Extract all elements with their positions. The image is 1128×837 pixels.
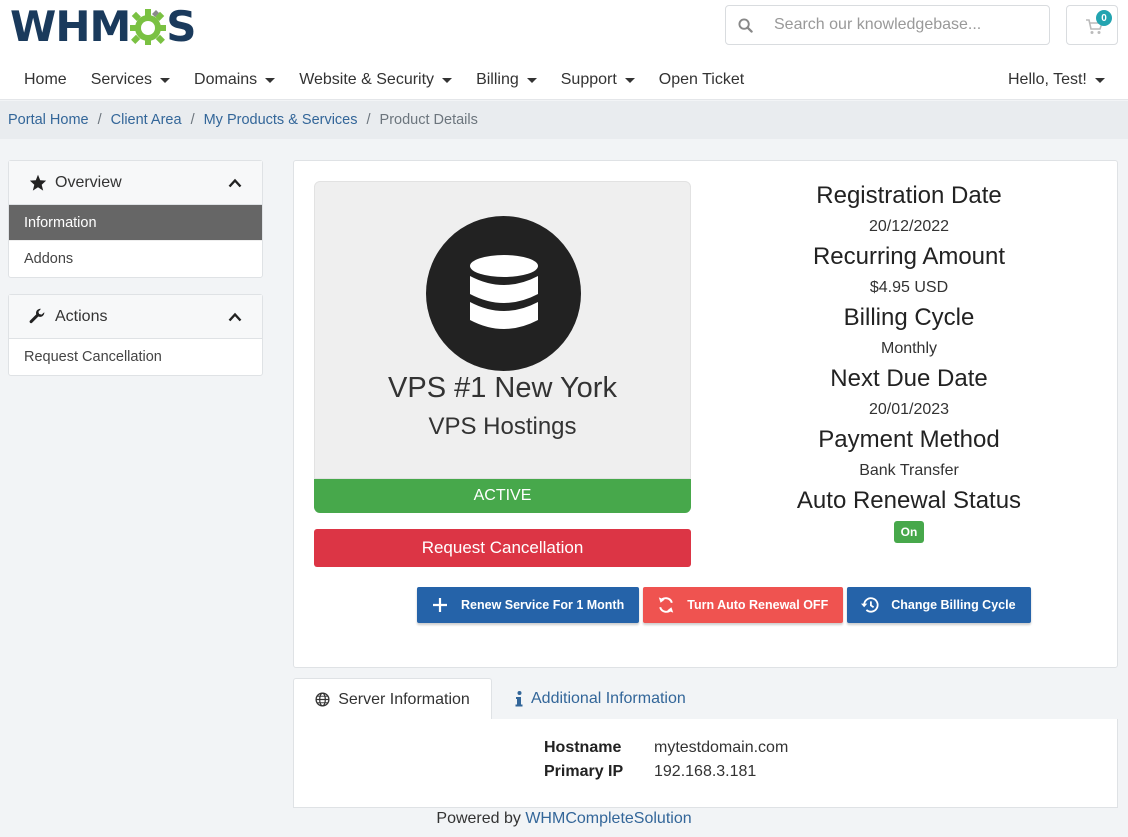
product-name: VPS #1 New York: [388, 372, 617, 404]
tab-server-information[interactable]: Server Information: [293, 678, 492, 720]
cart-count-badge: 0: [1096, 10, 1112, 26]
history-icon: [859, 596, 881, 614]
next-due-date-label: Next Due Date: [830, 365, 988, 392]
cart-button[interactable]: 0: [1066, 5, 1118, 45]
payment-method-label: Payment Method: [818, 426, 1000, 453]
whmcs-logo[interactable]: WHM S: [10, 1, 197, 51]
nav-website-security[interactable]: Website & Security: [287, 62, 464, 98]
billing-details: Registration Date 20/12/2022 Recurring A…: [709, 179, 1109, 543]
nav-support[interactable]: Support: [549, 62, 647, 98]
auto-renewal-status-badge: On: [893, 521, 925, 543]
recurring-amount-value: $4.95 USD: [869, 279, 949, 296]
change-billing-cycle-button[interactable]: Change Billing Cycle: [847, 587, 1031, 623]
logo-text-right: S: [166, 1, 196, 51]
service-action-buttons: Renew Service For 1 Month Turn Auto Rene…: [417, 587, 1031, 623]
caret-down-icon: [160, 77, 171, 83]
search-input[interactable]: [764, 16, 1024, 34]
knowledgebase-search[interactable]: [725, 5, 1050, 45]
footer-prefix: Powered by: [436, 810, 526, 827]
billing-cycle-label: Billing Cycle: [843, 304, 975, 331]
primary-ip-label: Primary IP: [544, 763, 624, 780]
primary-ip-value: 192.168.3.181: [654, 763, 757, 780]
caret-down-icon: [1094, 77, 1105, 83]
sync-icon: [655, 596, 677, 614]
auto-renewal-status-label: Auto Renewal Status: [796, 487, 1022, 514]
info-tabs: Server Information Additional Informatio…: [293, 678, 1118, 720]
nav-home[interactable]: Home: [12, 62, 79, 98]
chevron-up-icon[interactable]: [228, 309, 242, 327]
caret-down-icon: [526, 77, 537, 83]
tab-additional-information[interactable]: Additional Information: [515, 678, 686, 720]
breadcrumb-client-area[interactable]: Client Area: [111, 112, 182, 128]
database-icon: [426, 216, 581, 371]
user-menu[interactable]: Hello, Test!: [1000, 62, 1113, 98]
breadcrumb-current: Product Details: [379, 112, 478, 128]
footer-whmcs-link[interactable]: WHMCompleteSolution: [525, 810, 691, 827]
sidebar-actions-panel: Actions Request Cancellation: [8, 294, 263, 376]
product-summary-box: VPS #1 New York VPS Hostings: [314, 181, 691, 479]
breadcrumb: Portal Home / Client Area / My Products …: [0, 101, 1128, 139]
caret-down-icon: [265, 77, 276, 83]
primary-ip-row: Primary IP 192.168.3.181: [544, 763, 788, 787]
registration-date-label: Registration Date: [816, 182, 1002, 209]
logo-text-left: WHM: [10, 1, 131, 51]
site-header: WHM S Search our knowledgebase... 0 Home…: [0, 0, 1128, 100]
sidebar-overview-panel: Overview Information Addons: [8, 160, 263, 278]
server-info-list: Hostname mytestdomain.com Primary IP 192…: [544, 739, 788, 787]
server-information-panel: Hostname mytestdomain.com Primary IP 192…: [293, 719, 1118, 808]
sidebar-item-addons[interactable]: Addons: [9, 241, 262, 277]
sidebar-item-request-cancellation[interactable]: Request Cancellation: [9, 339, 262, 375]
hostname-label: Hostname: [544, 739, 622, 756]
sidebar-item-information[interactable]: Information: [9, 205, 262, 241]
nav-services[interactable]: Services: [79, 62, 182, 98]
globe-icon: [315, 692, 330, 707]
billing-cycle-value: Monthly: [880, 340, 938, 357]
plus-icon: [429, 597, 451, 613]
actions-panel-header[interactable]: Actions: [9, 295, 262, 339]
nav-open-ticket[interactable]: Open Ticket: [647, 62, 756, 98]
overview-panel-header[interactable]: Overview: [9, 161, 262, 205]
product-details-card: VPS #1 New York VPS Hostings ACTIVE Requ…: [293, 160, 1118, 668]
footer: Powered by WHMCompleteSolution: [0, 810, 1128, 828]
hostname-row: Hostname mytestdomain.com: [544, 739, 788, 763]
search-icon: [726, 17, 764, 33]
gear-icon: [128, 6, 168, 46]
nav-billing[interactable]: Billing: [464, 62, 549, 98]
status-badge: ACTIVE: [314, 479, 691, 513]
recurring-amount-label: Recurring Amount: [812, 243, 1006, 270]
overview-title: Overview: [55, 173, 122, 191]
nav-domains[interactable]: Domains: [182, 62, 287, 98]
caret-down-icon: [442, 77, 453, 83]
registration-date-value: 20/12/2022: [868, 218, 950, 235]
actions-title: Actions: [55, 307, 108, 325]
turn-auto-renewal-off-button[interactable]: Turn Auto Renewal OFF: [643, 587, 844, 623]
renew-service-button[interactable]: Renew Service For 1 Month: [417, 587, 640, 623]
star-icon: [29, 174, 49, 191]
user-greeting: Hello, Test!: [1008, 71, 1087, 88]
request-cancellation-button[interactable]: Request Cancellation: [314, 529, 691, 567]
next-due-date-value: 20/01/2023: [868, 401, 950, 418]
info-icon: [515, 691, 523, 707]
wrench-icon: [29, 308, 49, 325]
breadcrumb-portal-home[interactable]: Portal Home: [8, 112, 89, 128]
payment-method-value: Bank Transfer: [859, 462, 959, 479]
chevron-up-icon[interactable]: [228, 175, 242, 193]
main-nav: Home Services Domains Website & Security…: [12, 62, 756, 98]
breadcrumb-my-products[interactable]: My Products & Services: [204, 112, 358, 128]
hostname-value: mytestdomain.com: [654, 739, 789, 756]
caret-down-icon: [624, 77, 635, 83]
product-group: VPS Hostings: [428, 413, 577, 440]
